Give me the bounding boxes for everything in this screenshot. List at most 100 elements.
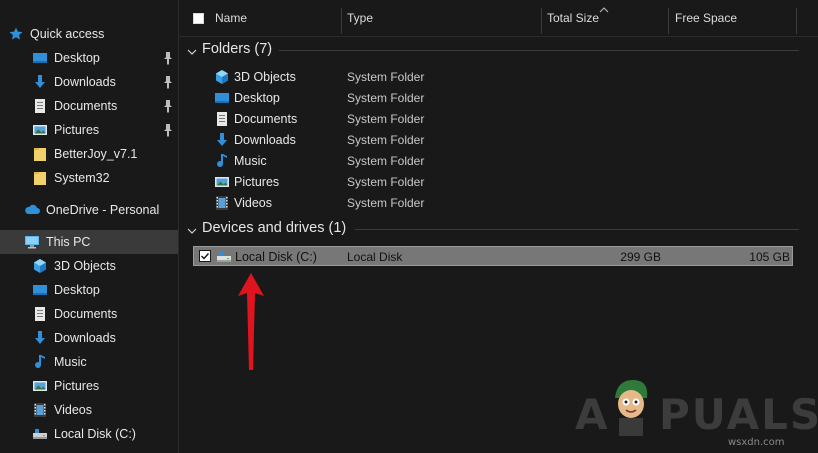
documents-icon — [32, 306, 48, 322]
column-divider[interactable] — [796, 8, 797, 34]
downloads-icon — [214, 132, 230, 148]
pin-icon[interactable] — [162, 51, 174, 65]
sidebar-item-desktop-pc[interactable]: Desktop — [0, 278, 178, 302]
sidebar-item-3d-objects[interactable]: 3D Objects — [0, 254, 178, 278]
group-header-devices[interactable]: Devices and drives (1) — [179, 218, 809, 240]
downloads-icon — [32, 74, 48, 90]
sidebar-item-quick-access[interactable]: Quick access — [0, 22, 178, 46]
local-disk-icon — [32, 426, 48, 442]
item-name: Desktop — [234, 91, 280, 105]
item-type: System Folder — [347, 70, 425, 84]
item-name: Pictures — [234, 175, 280, 189]
downloads-icon — [32, 330, 48, 346]
desktop-icon — [32, 282, 48, 298]
cloud-icon — [24, 202, 40, 218]
group-divider — [279, 50, 799, 51]
appuals-watermark: A PUALS — [575, 372, 818, 442]
item-type: System Folder — [347, 154, 425, 168]
music-icon — [32, 354, 48, 370]
item-type: System Folder — [347, 196, 425, 210]
annotation-arrow-up-icon — [238, 273, 264, 370]
sidebar-item-local-disk[interactable]: Local Disk (C:) — [0, 422, 178, 446]
desktop-icon — [214, 90, 230, 106]
sidebar-item-label: Videos — [54, 403, 92, 417]
row-checkbox[interactable] — [199, 250, 211, 262]
watermark-letter: A — [575, 390, 610, 439]
sidebar-item-downloads[interactable]: Downloads — [0, 70, 178, 94]
column-name[interactable]: Name — [215, 0, 247, 36]
column-total-size[interactable]: Total Size — [547, 0, 599, 36]
sidebar-item-label: Desktop — [54, 51, 100, 65]
sidebar-item-label: Quick access — [30, 27, 105, 41]
column-type[interactable]: Type — [347, 0, 373, 36]
sidebar-item-videos[interactable]: Videos — [0, 398, 178, 422]
sidebar-item-pictures[interactable]: Pictures — [0, 118, 178, 142]
sidebar-item-label: 3D Objects — [54, 259, 116, 273]
sidebar-item-label: Downloads — [54, 75, 116, 89]
item-name: Documents — [234, 112, 298, 126]
sidebar-item-documents-pc[interactable]: Documents — [0, 302, 178, 326]
pin-icon[interactable] — [162, 75, 174, 89]
item-type: System Folder — [347, 133, 425, 147]
folder-icon — [32, 170, 48, 186]
table-row[interactable]: Pictures System Folder — [193, 171, 793, 192]
chevron-down-icon[interactable] — [187, 45, 197, 55]
sidebar-item-pictures-pc[interactable]: Pictures — [0, 374, 178, 398]
item-type: System Folder — [347, 175, 425, 189]
sidebar-item-label: Music — [54, 355, 87, 369]
sidebar-item-documents[interactable]: Documents — [0, 94, 178, 118]
sidebar-item-onedrive[interactable]: OneDrive - Personal — [0, 198, 178, 222]
sidebar-item-betterjoy[interactable]: BetterJoy_v7.1 — [0, 142, 178, 166]
group-divider — [355, 229, 799, 230]
sidebar-item-label: Local Disk (C:) — [54, 427, 136, 441]
sort-chevron-up-icon — [599, 2, 609, 16]
videos-icon — [32, 402, 48, 418]
watermark-text: PUALS — [659, 390, 818, 439]
group-header-folders[interactable]: Folders (7) — [179, 39, 809, 61]
column-divider[interactable] — [668, 8, 669, 34]
3d-objects-icon — [32, 258, 48, 274]
sidebar-item-desktop[interactable]: Desktop — [0, 46, 178, 70]
file-list-pane: Name Type Total Size Free Space Folders … — [179, 0, 818, 453]
sidebar-item-label: This PC — [46, 235, 91, 249]
table-row[interactable]: Desktop System Folder — [193, 87, 793, 108]
pin-icon[interactable] — [162, 123, 174, 137]
pin-icon[interactable] — [162, 99, 174, 113]
navigation-pane: Quick access Desktop Downloads Documents — [0, 0, 179, 453]
table-row[interactable]: Music System Folder — [193, 150, 793, 171]
item-name: Videos — [234, 196, 272, 210]
item-free-space: 105 GB — [749, 250, 790, 264]
column-free-space[interactable]: Free Space — [675, 0, 737, 36]
sidebar-item-label: Documents — [54, 99, 118, 113]
documents-icon — [214, 111, 230, 127]
music-icon — [214, 153, 230, 169]
videos-icon — [214, 195, 230, 211]
sidebar-item-label: Desktop — [54, 283, 100, 297]
chevron-down-icon[interactable] — [187, 224, 197, 234]
star-icon — [8, 26, 24, 42]
sidebar-item-downloads-pc[interactable]: Downloads — [0, 326, 178, 350]
sidebar-item-label: BetterJoy_v7.1 — [54, 147, 138, 161]
item-type: Local Disk — [347, 250, 403, 264]
select-all-checkbox[interactable] — [193, 13, 204, 24]
sidebar-item-music[interactable]: Music — [0, 350, 178, 374]
sidebar-item-label: Documents — [54, 307, 118, 321]
table-row[interactable]: Downloads System Folder — [193, 129, 793, 150]
sidebar-item-this-pc[interactable]: This PC — [0, 230, 178, 254]
sidebar-item-label: OneDrive - Personal — [46, 203, 160, 217]
table-row[interactable]: Documents System Folder — [193, 108, 793, 129]
pictures-icon — [32, 122, 48, 138]
sidebar-item-label: Pictures — [54, 123, 100, 137]
item-name: Music — [234, 154, 267, 168]
sidebar-item-label: Downloads — [54, 331, 116, 345]
column-divider[interactable] — [341, 8, 342, 34]
item-name: Downloads — [234, 133, 296, 147]
item-type: System Folder — [347, 112, 425, 126]
drive-row-local-disk[interactable]: Local Disk (C:) Local Disk 299 GB 105 GB — [193, 246, 793, 266]
table-row[interactable]: Videos System Folder — [193, 192, 793, 213]
sidebar-item-system32[interactable]: System32 — [0, 166, 178, 190]
column-divider[interactable] — [541, 8, 542, 34]
sidebar-item-label: Pictures — [54, 379, 100, 393]
table-row[interactable]: 3D Objects System Folder — [193, 66, 793, 87]
pictures-icon — [32, 378, 48, 394]
